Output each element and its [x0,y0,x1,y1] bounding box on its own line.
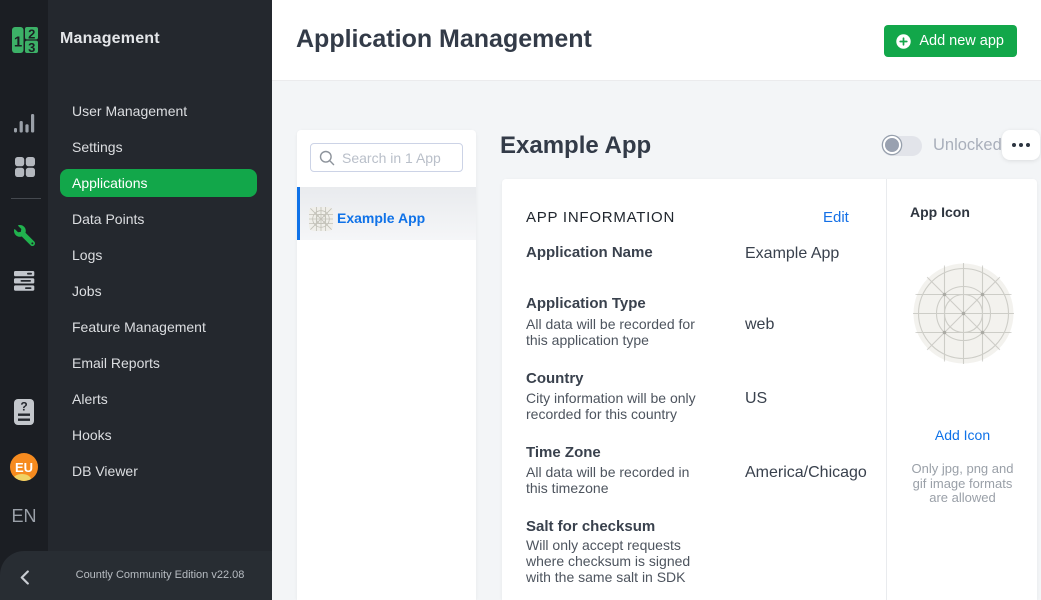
svg-text:1: 1 [14,34,22,51]
svg-text:?: ? [20,400,27,414]
svg-text:3: 3 [28,40,35,53]
